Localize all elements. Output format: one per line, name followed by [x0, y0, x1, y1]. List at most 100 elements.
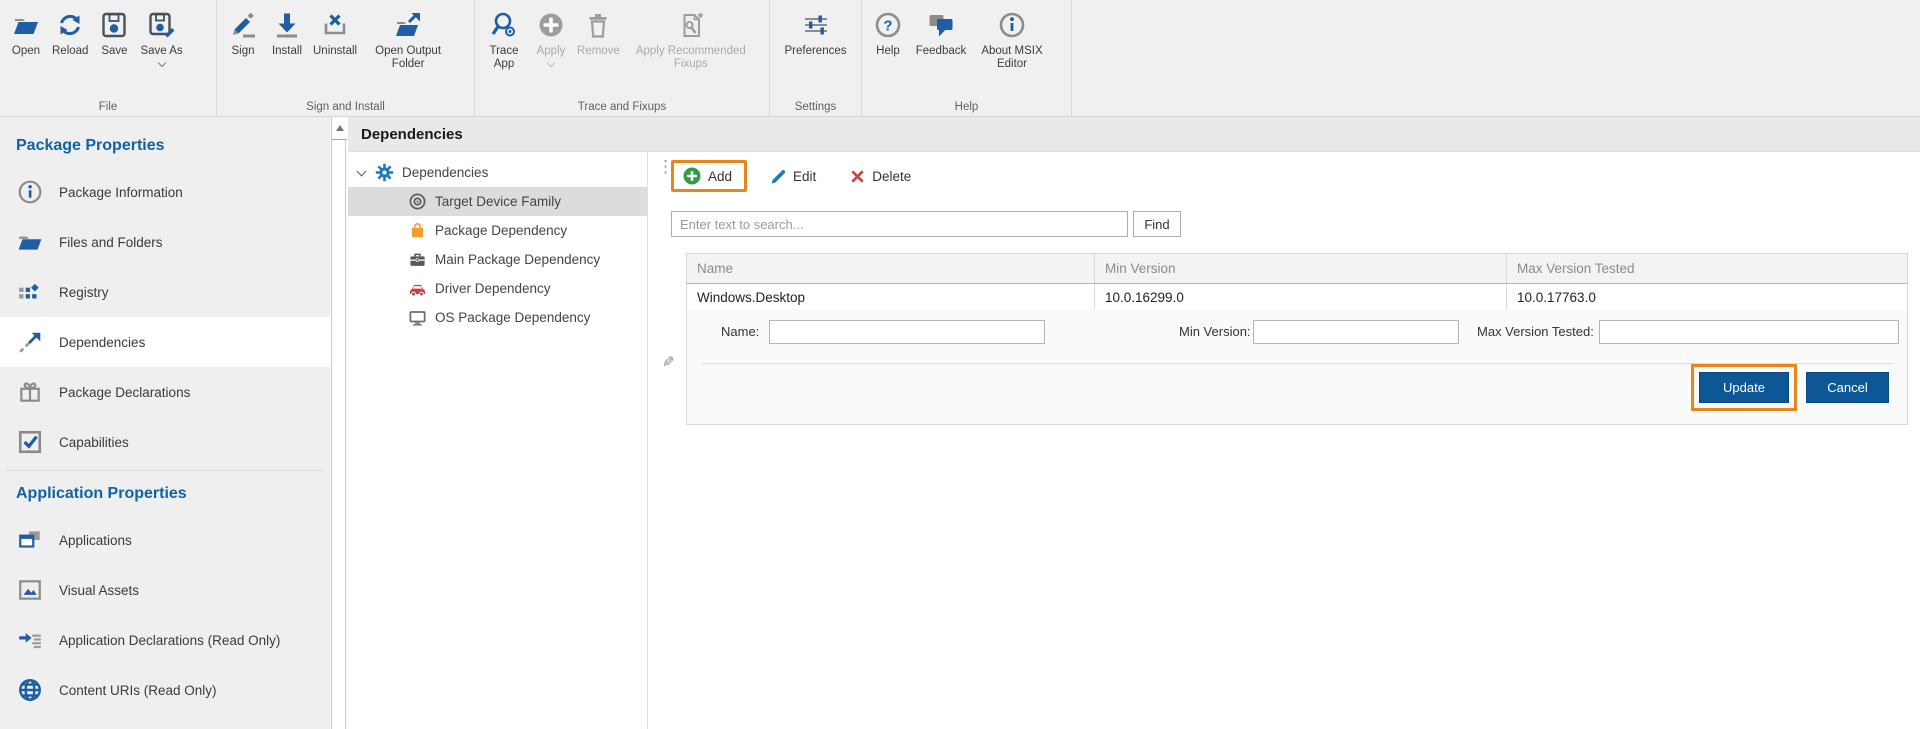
open-output-folder-button[interactable]: Open Output Folder: [361, 4, 455, 71]
tree-node-main-package-dependency[interactable]: Main Package Dependency: [348, 245, 647, 274]
apply-button[interactable]: Apply: [529, 4, 573, 66]
ribbon-group-help: ? Help Feedback About MSIX Editor Help: [862, 0, 1072, 116]
save-button[interactable]: Save: [92, 4, 136, 58]
help-button[interactable]: ? Help: [866, 4, 910, 58]
min-version-field[interactable]: [1253, 320, 1459, 344]
dependencies-arrow-icon: [16, 328, 44, 356]
sidebar-item-content-uris[interactable]: Content URIs (Read Only): [0, 665, 330, 715]
name-field[interactable]: [769, 320, 1045, 344]
sidebar-item-dependencies[interactable]: Dependencies: [0, 317, 330, 367]
sidebar-item-label: Registry: [59, 285, 109, 300]
column-header-min-version[interactable]: Min Version: [1095, 254, 1507, 283]
folder-icon: [16, 228, 44, 256]
open-button[interactable]: Open: [4, 4, 48, 58]
reload-icon: [56, 8, 84, 42]
ribbon-group-trace-and-fixups-label: Trace and Fixups: [475, 101, 769, 113]
shopping-bag-icon: [408, 221, 427, 240]
open-button-label: Open: [12, 45, 40, 58]
tree-node-label: Driver Dependency: [435, 281, 551, 296]
ribbon-empty-space: [1072, 0, 1920, 116]
sidebar-item-package-declarations[interactable]: Package Declarations: [0, 367, 330, 417]
sidebar-item-registry[interactable]: Registry: [0, 267, 330, 317]
grid-row-indicator-gutter: ✎: [652, 253, 686, 525]
feedback-button-label: Feedback: [916, 45, 967, 58]
reload-button[interactable]: Reload: [48, 4, 92, 58]
help-question-icon: ?: [874, 8, 902, 42]
ribbon-group-trace-and-fixups: Trace App Apply Remove Apply Recommend: [475, 0, 770, 116]
save-as-button-label: Save As: [140, 45, 182, 58]
scrollbar-up-button[interactable]: [332, 117, 347, 140]
about-msix-editor-button[interactable]: About MSIX Editor: [972, 4, 1052, 71]
sidebar-item-application-declarations[interactable]: Application Declarations (Read Only): [0, 615, 330, 665]
column-header-max-version-tested[interactable]: Max Version Tested: [1507, 254, 1908, 283]
registry-blocks-icon: [16, 278, 44, 306]
tree-node-label: Package Dependency: [435, 223, 567, 238]
feedback-bubbles-icon: [927, 8, 955, 42]
ribbon-group-settings-label: Settings: [770, 101, 861, 113]
delete-x-icon: [850, 169, 865, 184]
row-edit-form: Name: Min Version: Max Version Tested: U…: [686, 309, 1908, 425]
name-field-label: Name:: [721, 324, 759, 339]
apply-button-label: Apply: [537, 45, 566, 58]
sidebar-item-label: Capabilities: [59, 435, 129, 450]
cancel-button[interactable]: Cancel: [1806, 372, 1889, 403]
info-circle-icon: [16, 178, 44, 206]
delete-button[interactable]: Delete: [840, 163, 921, 190]
preferences-sliders-icon: [802, 8, 830, 42]
search-input[interactable]: [671, 211, 1128, 237]
trace-app-button-label: Trace App: [483, 45, 525, 71]
sidebar-item-visual-assets[interactable]: Visual Assets: [0, 565, 330, 615]
ribbon-toolbar: Open Reload Save Save As: [0, 0, 1920, 117]
uninstall-button[interactable]: Uninstall: [309, 4, 361, 58]
car-icon: [408, 279, 427, 298]
remove-trash-icon: [584, 8, 612, 42]
open-output-folder-icon: [394, 8, 422, 42]
edit-button[interactable]: Edit: [759, 162, 826, 191]
update-button[interactable]: Update: [1699, 372, 1789, 403]
sidebar-item-applications[interactable]: Applications: [0, 515, 330, 565]
tree-node-driver-dependency[interactable]: Driver Dependency: [348, 274, 647, 303]
monitor-icon: [408, 308, 427, 327]
save-as-button[interactable]: Save As: [136, 4, 186, 66]
find-button[interactable]: Find: [1133, 211, 1181, 237]
cell-name: Windows.Desktop: [686, 284, 1095, 311]
sidebar-item-label: Application Declarations (Read Only): [59, 633, 280, 648]
tree-expand-chevron-icon[interactable]: [357, 166, 367, 176]
grid-data-row[interactable]: Windows.Desktop 10.0.16299.0 10.0.17763.…: [686, 284, 1908, 311]
sidebar-item-capabilities[interactable]: Capabilities: [0, 417, 330, 467]
trace-app-button[interactable]: Trace App: [479, 4, 529, 71]
tree-node-package-dependency[interactable]: Package Dependency: [348, 216, 647, 245]
about-info-icon: [998, 8, 1026, 42]
install-button[interactable]: Install: [265, 4, 309, 58]
ribbon-group-file: Open Reload Save Save As: [0, 0, 217, 116]
save-as-dropdown-chevron-icon[interactable]: [157, 59, 165, 67]
tree-node-dependencies[interactable]: Dependencies: [348, 158, 647, 187]
uninstall-button-label: Uninstall: [313, 45, 357, 58]
max-version-tested-field[interactable]: [1599, 320, 1899, 344]
navigation-sidebar: Package Properties Package Information F…: [0, 117, 330, 729]
preferences-button[interactable]: Preferences: [777, 4, 855, 58]
ribbon-group-help-label: Help: [862, 101, 1071, 113]
help-button-label: Help: [876, 45, 900, 58]
open-folder-icon: [12, 8, 40, 42]
update-button-highlight-annotation: Update: [1691, 364, 1797, 411]
sidebar-item-files-and-folders[interactable]: Files and Folders: [0, 217, 330, 267]
edit-form-buttons: Update Cancel: [1691, 364, 1889, 411]
add-button-label: Add: [708, 169, 732, 184]
column-header-name[interactable]: Name: [686, 254, 1095, 283]
add-button[interactable]: Add: [674, 163, 744, 189]
sidebar-item-package-information[interactable]: Package Information: [0, 167, 330, 217]
feedback-button[interactable]: Feedback: [910, 4, 972, 58]
apply-recommended-fixups-button[interactable]: Apply Recommended Fixups: [624, 4, 758, 71]
tree-node-target-device-family[interactable]: Target Device Family: [348, 187, 647, 216]
ribbon-group-sign-and-install: Sign Install Uninstall Open Output Folde…: [217, 0, 475, 116]
min-version-field-label: Min Version:: [1179, 324, 1251, 339]
tree-node-os-package-dependency[interactable]: OS Package Dependency: [348, 303, 647, 332]
sidebar-scrollbar[interactable]: [331, 117, 346, 729]
sign-button[interactable]: Sign: [221, 4, 265, 58]
sidebar-item-label: Applications: [59, 533, 132, 548]
scroll-up-arrow-icon: [336, 125, 344, 131]
save-button-label: Save: [101, 45, 127, 58]
cell-min-version: 10.0.16299.0: [1095, 284, 1507, 311]
remove-button[interactable]: Remove: [573, 4, 624, 58]
